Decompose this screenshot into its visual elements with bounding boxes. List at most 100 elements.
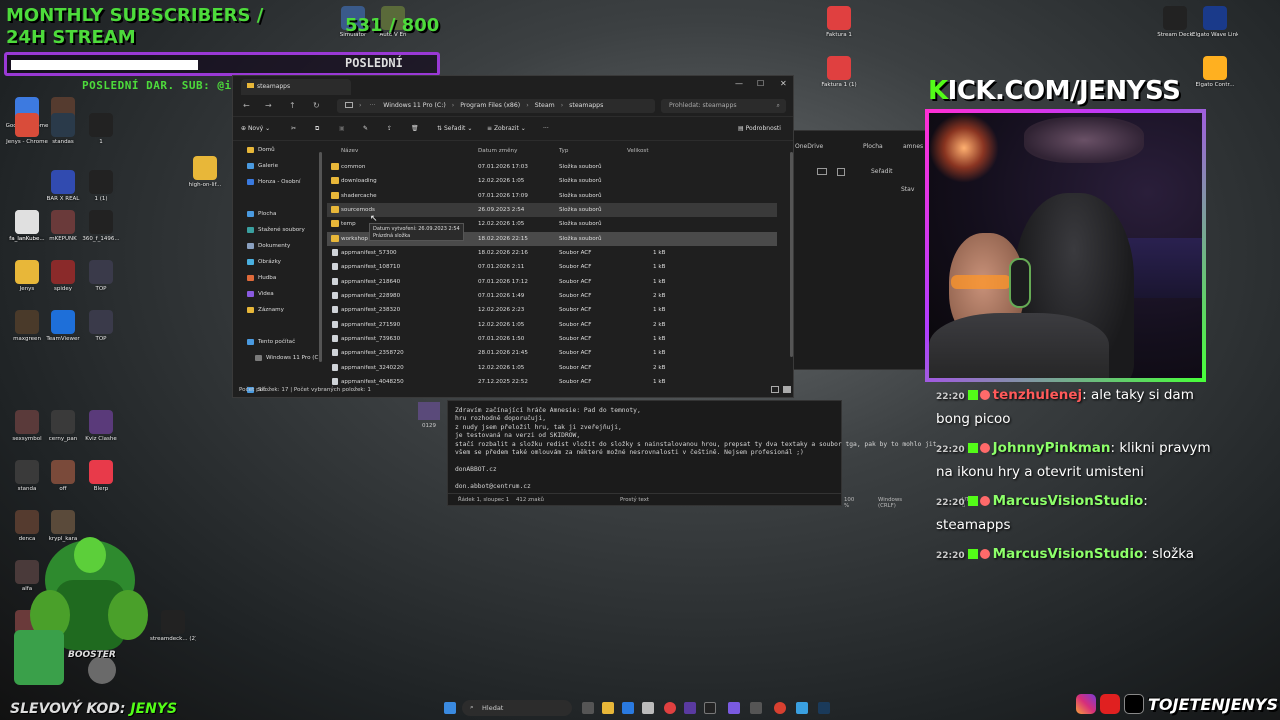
details-button[interactable]: ▤ Podrobnosti	[738, 125, 781, 132]
desktop-shortcut[interactable]: TOP	[78, 260, 124, 292]
chat-username[interactable]: JohnnyPinkman	[993, 440, 1111, 456]
minimize-icon[interactable]: —	[735, 79, 743, 88]
sidebar-item[interactable]: Obrázky	[233, 254, 315, 270]
app2-icon[interactable]	[750, 702, 762, 714]
refresh-icon[interactable]: ↻	[313, 101, 320, 110]
desktop-shortcut[interactable]: Blerp	[78, 460, 124, 492]
start-icon[interactable]	[444, 702, 456, 714]
file-row[interactable]: downloading 12.02.2026 1:05 Složka souborů	[327, 174, 777, 188]
sidebar-item[interactable]: Galerie	[233, 158, 315, 174]
task-view-icon[interactable]	[582, 702, 594, 714]
desktop-shortcut[interactable]: Faktura 1	[816, 6, 862, 38]
maximize-icon[interactable]: ☐	[757, 79, 764, 88]
paste-icon[interactable]: ▣	[339, 125, 345, 132]
obs-icon[interactable]	[704, 702, 716, 714]
col-type[interactable]: Typ	[559, 148, 568, 154]
sidebar-item[interactable]: Windows 11 Pro (C:)	[233, 350, 322, 366]
breadcrumb-item[interactable]: Program Files (x86)	[460, 102, 520, 109]
rename-icon[interactable]: ✎	[363, 125, 368, 132]
file-row[interactable]: appmanifest_228980 07.01.2026 1:49 Soubor …	[327, 289, 777, 303]
col-date[interactable]: Datum změny	[478, 148, 517, 154]
overflow-icon[interactable]: ···	[369, 102, 375, 109]
discord-icon[interactable]	[728, 702, 740, 714]
new-button[interactable]: ⊕ Nový ⌄	[241, 125, 270, 132]
file-row[interactable]: appmanifest_57300 18.02.2026 22:16 Soubor …	[327, 246, 777, 260]
more-options-button[interactable]: ···	[543, 125, 549, 132]
bg-delete-icon[interactable]	[837, 168, 845, 176]
notepad-window[interactable]: Zdravím začínající hráče Amnesie: Pad do…	[447, 400, 974, 509]
sidebar-scrollbar[interactable]	[319, 152, 322, 362]
file-row[interactable]: appmanifest_3240220 12.02.2026 1:05 Soubor…	[327, 361, 777, 375]
background-explorer-window[interactable]: OneDrive Plocha amnes Seřadit Stav	[790, 130, 930, 370]
desktop-shortcut[interactable]: high-on-lif...	[182, 156, 228, 188]
file-row[interactable]: appmanifest_271590 12.02.2026 1:05 Soubor …	[327, 318, 777, 332]
store-icon[interactable]	[642, 702, 654, 714]
chevron-right-icon[interactable]: ›	[452, 102, 454, 109]
notepad-taskbar-icon[interactable]	[796, 702, 808, 714]
explorer-tab[interactable]: steamapps	[241, 79, 351, 95]
breadcrumb-item[interactable]: steamapps	[569, 102, 603, 109]
breadcrumb-item[interactable]: Steam	[535, 102, 555, 109]
chat-username[interactable]: tenzhulenej	[993, 387, 1082, 403]
delete-icon[interactable]: 🗑	[411, 125, 419, 132]
col-size[interactable]: Velikost	[627, 148, 649, 154]
chevron-right-icon[interactable]: ›	[561, 102, 563, 109]
file-list-scrollbar[interactable]	[790, 152, 793, 357]
sidebar-item[interactable]: Tento počítač	[233, 334, 315, 350]
edge-icon[interactable]	[622, 702, 634, 714]
file-row[interactable]: shadercache 07.01.2026 17:09 Složka soubor…	[327, 189, 777, 203]
chrome-icon[interactable]	[664, 702, 676, 714]
sidebar-item[interactable]: Honza - Osobní	[233, 174, 315, 190]
copy-icon[interactable]: ⧉	[315, 125, 319, 133]
chat-username[interactable]: MarcusVisionStudio	[993, 546, 1144, 562]
sidebar-item[interactable]: Hudba	[233, 270, 315, 286]
address-bar[interactable]: › ··· Windows 11 Pro (C:) › Program Files …	[337, 99, 655, 113]
file-row[interactable]: appmanifest_2358720 28.01.2026 21:45 Soubo…	[327, 346, 777, 360]
file-row[interactable]: appmanifest_739630 07.01.2026 1:50 Soubor …	[327, 332, 777, 346]
sidebar-item[interactable]: Záznamy	[233, 302, 315, 318]
taskbar-search[interactable]: ⌕ Hledat	[462, 700, 572, 716]
up-arrow-icon[interactable]: ↑	[289, 101, 296, 110]
app-icon[interactable]	[684, 702, 696, 714]
bg-amnes[interactable]: amnes	[903, 143, 923, 150]
explorer-titlebar[interactable]: steamapps — ☐ ✕	[233, 76, 793, 95]
view-button[interactable]: ≡ Zobrazit ⌄	[487, 125, 526, 132]
chat-username[interactable]: MarcusVisionStudio	[993, 493, 1144, 509]
back-arrow-icon[interactable]: ←	[243, 101, 250, 110]
chevron-right-icon[interactable]: ›	[526, 102, 528, 109]
file-row[interactable]: appmanifest_4048250 27.12.2025 22:52 Soubo…	[327, 375, 777, 389]
desktop-shortcut[interactable]: Kviz Clashe	[78, 410, 124, 442]
explorer-taskbar-icon[interactable]	[602, 702, 614, 714]
share-icon[interactable]: ⇪	[387, 125, 392, 132]
bg-sort[interactable]: Seřadit	[871, 168, 892, 175]
details-view-icon[interactable]	[771, 386, 779, 393]
desktop-shortcut[interactable]: 360_f_1496...	[78, 210, 124, 242]
desktop-shortcut[interactable]: 1 (1)	[78, 170, 124, 202]
sidebar-item[interactable]: Domů	[233, 142, 315, 158]
file-row[interactable]: appmanifest_218640 07.01.2026 17:12 Soubor…	[327, 275, 777, 289]
desktop-shortcut[interactable]: Faktura 1 (1)	[816, 56, 862, 88]
bg-plocha[interactable]: Plocha	[863, 143, 883, 150]
sort-button[interactable]: ⇅ Seřadit ⌄	[437, 125, 472, 132]
notepad-text[interactable]: Zdravím začínající hráče Amnesie: Pad do…	[455, 407, 940, 491]
bg-rename-icon[interactable]	[817, 168, 827, 175]
cut-icon[interactable]: ✂	[291, 125, 296, 132]
bg-onedrive[interactable]: OneDrive	[795, 143, 823, 150]
forward-arrow-icon[interactable]: →	[265, 101, 272, 110]
sidebar-item[interactable]: Plocha	[233, 206, 315, 222]
search-input[interactable]: Prohledat: steamapps ⌕	[661, 99, 786, 113]
desktop-shortcut[interactable]: Elgato Wave Link	[1192, 6, 1238, 38]
sidebar-item[interactable]: Videa	[233, 286, 315, 302]
file-row[interactable]: common 07.01.2026 17:03 Složka souborů	[327, 160, 777, 174]
tiles-view-icon[interactable]	[783, 386, 791, 393]
file-explorer-window[interactable]: steamapps — ☐ ✕ ← → ↑ ↻ › ··· Windows 11…	[232, 75, 794, 398]
sidebar-item[interactable]: Stažené soubory	[233, 222, 315, 238]
file-row[interactable]: appmanifest_238320 12.02.2026 2:23 Soubor …	[327, 303, 777, 317]
close-icon[interactable]: ✕	[780, 79, 787, 88]
breadcrumb-item[interactable]: Windows 11 Pro (C:)	[383, 102, 445, 109]
steam-icon[interactable]	[818, 702, 830, 714]
file-row[interactable]: appmanifest_108710 07.01.2026 2:11 Soubor …	[327, 260, 777, 274]
desktop-shortcut[interactable]: 1	[78, 113, 124, 145]
sidebar-item[interactable]: Dokumenty	[233, 238, 315, 254]
desktop-shortcut[interactable]: Elgato Contr...	[1192, 56, 1238, 88]
